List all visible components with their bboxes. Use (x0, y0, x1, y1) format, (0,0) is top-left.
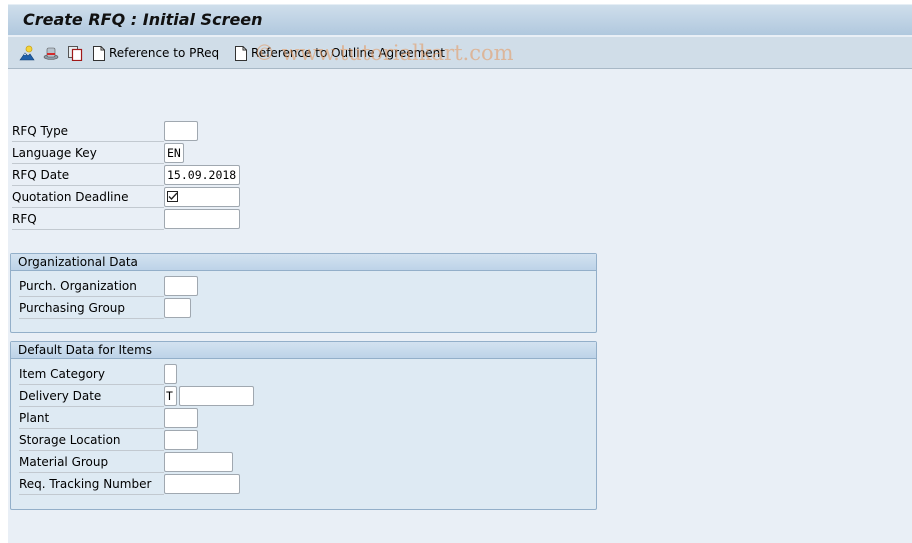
delivery-date-label: Delivery Date (19, 386, 164, 407)
rfq-input[interactable] (164, 209, 240, 229)
organizational-data-header: Organizational Data (11, 254, 596, 271)
purch-organization-input[interactable] (164, 276, 198, 296)
item-category-label: Item Category (19, 364, 164, 385)
default-data-for-items-header: Default Data for Items (11, 342, 596, 359)
organizational-data-group: Organizational Data Purch. Organization … (10, 253, 597, 333)
plant-label: Plant (19, 408, 164, 429)
delivery-date-format-input[interactable]: T (164, 386, 177, 406)
document-icon (93, 45, 105, 61)
reference-to-outline-agreement-button[interactable]: Reference to Outline Agreement (235, 44, 445, 62)
rfq-date-label: RFQ Date (12, 165, 164, 186)
quotation-deadline-input[interactable] (164, 187, 240, 207)
language-key-label: Language Key (12, 143, 164, 164)
hat-icon[interactable] (43, 45, 59, 61)
purchasing-group-input[interactable] (164, 298, 191, 318)
rfq-label: RFQ (12, 209, 164, 230)
checkbox-icon (167, 191, 178, 202)
reference-to-preq-label: Reference to PReq (109, 46, 220, 60)
delivery-date-input[interactable] (179, 386, 254, 406)
person-mountain-icon[interactable] (19, 45, 35, 61)
plant-input[interactable] (164, 408, 198, 428)
document-icon (235, 45, 247, 61)
rfq-type-input[interactable] (164, 121, 198, 141)
title-bar: Create RFQ : Initial Screen (8, 4, 912, 35)
rfq-date-input[interactable]: 15.09.2018 (164, 165, 240, 185)
material-group-input[interactable] (164, 452, 233, 472)
reference-to-preq-button[interactable]: Reference to PReq (93, 44, 219, 62)
application-toolbar: Reference to PReq Reference to Outline A… (8, 37, 912, 69)
storage-location-input[interactable] (164, 430, 198, 450)
req-tracking-number-label: Req. Tracking Number (19, 474, 164, 495)
storage-location-label: Storage Location (19, 430, 164, 451)
quotation-deadline-label: Quotation Deadline (12, 187, 164, 208)
reference-to-outline-agreement-label: Reference to Outline Agreement (251, 46, 445, 60)
default-data-for-items-group: Default Data for Items Item Category Del… (10, 341, 597, 510)
req-tracking-number-input[interactable] (164, 474, 240, 494)
material-group-label: Material Group (19, 452, 164, 473)
rfq-type-label: RFQ Type (12, 121, 164, 142)
purchasing-group-label: Purchasing Group (19, 298, 164, 319)
sap-window: Create RFQ : Initial Screen Reference to… (8, 4, 912, 543)
purch-organization-label: Purch. Organization (19, 276, 164, 297)
page-title: Create RFQ : Initial Screen (23, 10, 263, 29)
item-category-input[interactable] (164, 364, 177, 384)
language-key-input[interactable]: EN (164, 143, 184, 163)
copy-icon[interactable] (67, 45, 83, 62)
